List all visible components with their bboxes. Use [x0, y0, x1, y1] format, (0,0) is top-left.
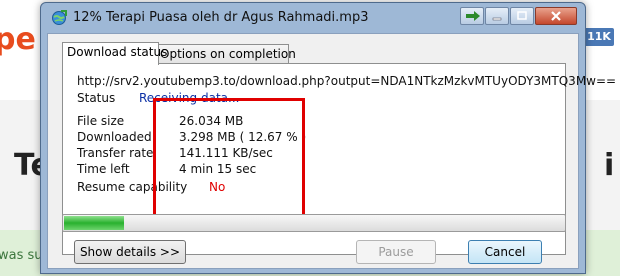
site-logo[interactable]: pe — [0, 22, 36, 57]
dialog-body: Download status Options on completion ht… — [47, 33, 616, 269]
download-progress-bar — [62, 214, 566, 232]
highlight-annotation-box — [153, 98, 305, 226]
downloaded-label: Downloaded — [77, 130, 152, 144]
minimize-button[interactable] — [485, 7, 509, 25]
success-alert-text: was su — [0, 248, 43, 263]
arrow-right-icon — [466, 11, 480, 21]
cancel-button[interactable]: Cancel — [468, 240, 542, 264]
idm-arrow-button[interactable] — [460, 7, 484, 25]
close-icon — [551, 11, 561, 21]
download-progress-fill — [64, 216, 124, 230]
download-url: http://srv2.youtubemp3.to/download.php?o… — [77, 74, 617, 88]
window-controls — [459, 7, 577, 25]
show-details-button[interactable]: Show details >> — [74, 240, 186, 264]
transfer-rate-label: Transfer rate — [77, 146, 154, 160]
file-size-label: File size — [77, 114, 125, 128]
maximize-button[interactable] — [510, 7, 534, 25]
pause-button[interactable]: Pause — [356, 240, 436, 264]
page-heading-fragment-right: i — [604, 148, 615, 183]
title-bar[interactable]: 12% Terapi Puasa oleh dr Agus Rahmadi.mp… — [41, 3, 585, 33]
status-label: Status — [77, 91, 116, 105]
time-left-label: Time left — [77, 162, 130, 176]
close-button[interactable] — [535, 7, 577, 25]
window-title: 12% Terapi Puasa oleh dr Agus Rahmadi.mp… — [73, 10, 369, 25]
tab-options-on-completion[interactable]: Options on completion — [155, 44, 296, 64]
maximize-icon — [517, 11, 527, 20]
minimize-icon — [492, 17, 502, 21]
tab-download-status[interactable]: Download status — [62, 42, 167, 65]
download-dialog: 12% Terapi Puasa oleh dr Agus Rahmadi.mp… — [40, 2, 616, 274]
count-badge: 11K — [584, 28, 614, 46]
download-globe-icon — [51, 10, 67, 26]
